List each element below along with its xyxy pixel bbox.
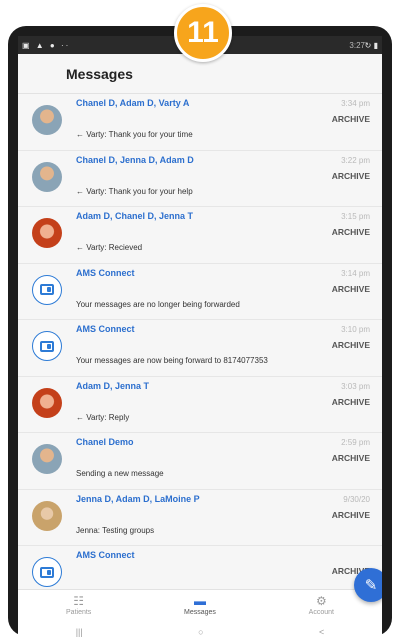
avatar (32, 218, 62, 248)
tab-patients[interactable]: ☷ Patients (18, 590, 139, 624)
conversation-row[interactable]: AMS Connect Your messages are no longer … (18, 263, 382, 320)
conversation-name: Jenna D, Adam D, LaMoine P (76, 493, 200, 504)
archive-button[interactable]: ARCHIVE (332, 510, 370, 520)
avatar (32, 500, 62, 531)
avatar (32, 105, 62, 135)
conversation-preview: Your messages are no longer being forwar… (76, 299, 240, 309)
conversation-time: 3:03 pm (341, 381, 370, 391)
status-right-icons: ↻ ▮ (364, 40, 378, 50)
avatar (32, 161, 62, 192)
device-icon (40, 284, 54, 295)
archive-button[interactable]: ARCHIVE (332, 171, 370, 181)
conversation-name: Adam D, Chanel D, Jenna T (76, 211, 194, 221)
archive-button[interactable]: ARCHIVE (332, 397, 370, 407)
recent-apps-icon[interactable]: ||| (76, 627, 83, 637)
device-icon (40, 340, 54, 352)
conversation-name: AMS Connect (76, 550, 135, 560)
tab-label: Account (308, 609, 334, 616)
conversation-preview: Jenna: Testing groups (76, 525, 155, 535)
archive-button[interactable]: ARCHIVE (332, 340, 370, 350)
app-screen: 3:27 ▣ ▲ ● ·· ↻ ▮ Messages Chanel D, Ada… (18, 36, 382, 640)
tab-label: Patients (66, 609, 92, 616)
conversation-row[interactable]: AMS Connect Your messages are now being … (18, 320, 382, 377)
conversation-preview: Your messages are now being forward to 8… (76, 356, 268, 365)
conversation-time: 9/30/20 (343, 494, 370, 504)
status-time: 3:27 (349, 41, 365, 50)
conversation-time: 3:15 pm (341, 212, 370, 221)
conversation-time: 3:22 pm (341, 155, 370, 165)
conversation-row[interactable]: Chanel Demo Sending a new message 2:59 p… (18, 433, 382, 490)
step-badge: 11 (174, 4, 232, 62)
conversation-name: AMS Connect (76, 324, 135, 334)
home-icon[interactable]: ○ (198, 627, 203, 637)
page-title: Messages (66, 66, 133, 82)
conversation-preview: ← Varty: Recieved (76, 243, 143, 252)
conversation-name: Chanel D, Adam D, Varty A (76, 98, 190, 108)
conversation-row[interactable]: Adam D, Jenna T ← Varty: Reply 3:03 pm A… (18, 376, 382, 433)
avatar (32, 444, 62, 474)
archive-button[interactable]: ARCHIVE (332, 453, 370, 463)
conversation-list: Chanel D, Adam D, Varty A ← Varty: Thank… (18, 94, 382, 589)
device-icon (40, 566, 54, 578)
conversation-preview: ← Varty: Thank you for your help (76, 186, 193, 196)
messages-icon: ▬ (193, 594, 206, 608)
app-avatar-icon (32, 274, 62, 305)
conversation-row[interactable]: AMS Connect ARCHIVE (18, 546, 382, 589)
status-icons: ▣ ▲ ● ·· (22, 40, 71, 50)
app-avatar-icon (32, 331, 62, 361)
conversation-time: 3:10 pm (341, 325, 370, 334)
archive-button[interactable]: ARCHIVE (332, 227, 370, 237)
archive-button[interactable]: ARCHIVE (332, 284, 370, 294)
archive-button[interactable]: ARCHIVE (332, 114, 370, 124)
conversation-time: 3:34 pm (341, 99, 370, 108)
conversation-time: 3:14 pm (341, 268, 370, 278)
back-icon[interactable]: < (319, 627, 324, 637)
conversation-preview: ← Varty: Reply (76, 412, 130, 422)
tab-label: Messages (184, 609, 216, 616)
conversation-row[interactable]: Jenna D, Adam D, LaMoine P Jenna: Testin… (18, 489, 382, 546)
conversation-preview: Sending a new message (76, 469, 164, 478)
conversation-name: Adam D, Jenna T (76, 380, 150, 391)
tab-messages[interactable]: ▬ Messages (139, 590, 260, 624)
conversation-row[interactable]: Adam D, Chanel D, Jenna T ← Varty: Recie… (18, 207, 382, 264)
conversation-row[interactable]: Chanel D, Jenna D, Adam D ← Varty: Thank… (18, 150, 382, 207)
conversation-name: Chanel Demo (76, 437, 134, 447)
bottom-tab-bar: ☷ Patients ▬ Messages ⚙ Account (18, 589, 382, 624)
conversation-row[interactable]: Chanel D, Adam D, Varty A ← Varty: Thank… (18, 94, 382, 151)
patients-icon: ☷ (73, 594, 85, 608)
compose-icon[interactable]: ✎ (354, 568, 382, 602)
system-nav-bar: ||| ○ < (18, 624, 382, 640)
app-avatar-icon (32, 557, 62, 587)
conversation-name: Chanel D, Jenna D, Adam D (76, 154, 194, 165)
conversation-time: 2:59 pm (341, 438, 370, 447)
conversation-name: AMS Connect (76, 267, 135, 278)
avatar (32, 387, 62, 418)
conversation-preview: ← Varty: Thank you for your time (76, 130, 193, 139)
